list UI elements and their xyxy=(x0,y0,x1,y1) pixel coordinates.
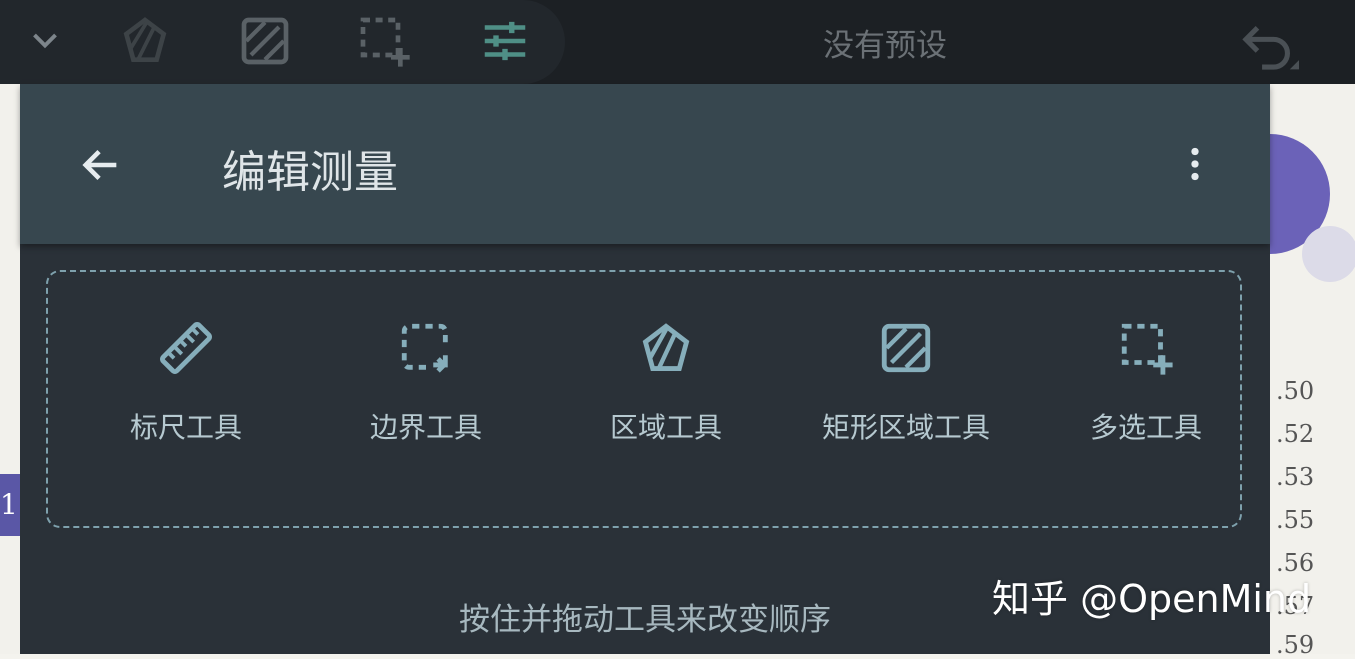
tool-rect-area[interactable]: 矩形区域工具 xyxy=(786,318,1026,468)
polygon-area-icon[interactable] xyxy=(116,12,174,70)
tool-label: 边界工具 xyxy=(369,411,482,444)
doc-value: .50 xyxy=(1276,377,1315,405)
tool-label: 标尺工具 xyxy=(129,411,242,444)
multi-select-icon[interactable] xyxy=(355,12,413,70)
tool-label: 多选工具 xyxy=(1089,411,1202,444)
sliders-icon[interactable] xyxy=(476,12,534,70)
chevron-down-icon[interactable] xyxy=(16,12,74,70)
tool-perimeter[interactable]: 边界工具 xyxy=(306,318,546,468)
doc-badge: 1 xyxy=(0,474,22,536)
more-options-button[interactable] xyxy=(1170,139,1220,189)
back-button[interactable] xyxy=(75,139,127,191)
undo-icon[interactable] xyxy=(1236,14,1302,74)
tool-label: 区域工具 xyxy=(609,411,722,444)
top-app-bar: 没有预设 xyxy=(0,0,1355,84)
measure-toolbar xyxy=(0,0,565,84)
doc-value: .53 xyxy=(1276,463,1315,491)
tool-polygon-area[interactable]: 区域工具 xyxy=(546,318,786,468)
doc-value: .59 xyxy=(1276,631,1315,659)
doc-value: .55 xyxy=(1276,506,1315,534)
tool-list: 标尺工具 边界工具 区域工具 矩形区域工具 多选工具 xyxy=(46,270,1242,528)
multi-select-icon xyxy=(1116,318,1176,378)
tool-label: 矩形区域工具 xyxy=(821,411,990,444)
dialog-title: 编辑测量 xyxy=(222,147,398,198)
watermark: 知乎 @OpenMind xyxy=(992,577,1312,621)
arrow-left-icon xyxy=(82,149,117,181)
perimeter-icon xyxy=(396,318,456,378)
tool-multi-select[interactable]: 多选工具 xyxy=(1026,318,1266,468)
doc-value: .52 xyxy=(1276,420,1315,448)
ruler-icon xyxy=(156,318,216,378)
more-vertical-icon xyxy=(1191,147,1199,181)
rect-area-icon xyxy=(876,318,936,378)
tool-ruler[interactable]: 标尺工具 xyxy=(66,318,306,468)
preset-label[interactable]: 没有预设 xyxy=(790,20,980,65)
dialog-header: 编辑测量 xyxy=(20,84,1270,244)
polygon-area-icon xyxy=(636,318,696,378)
rect-area-icon[interactable] xyxy=(236,12,294,70)
